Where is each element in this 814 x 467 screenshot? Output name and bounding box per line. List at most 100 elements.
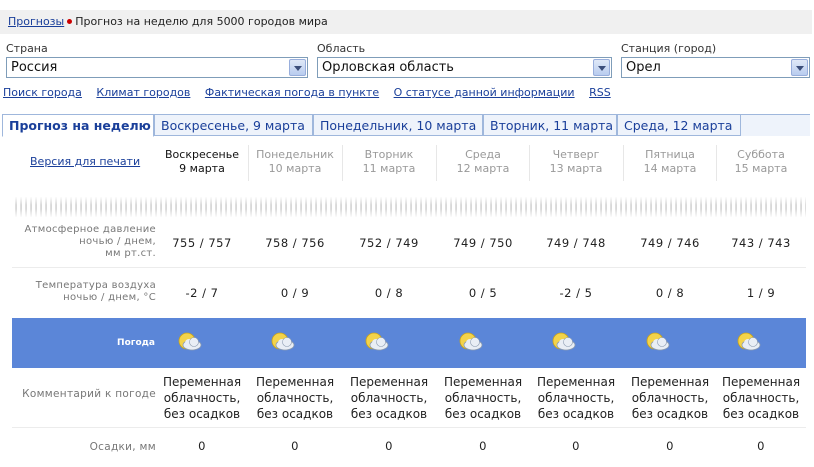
day-name: Понедельник bbox=[256, 148, 334, 161]
pressure-value: 755 / 757 bbox=[172, 236, 232, 250]
chevron-down-icon[interactable] bbox=[289, 59, 306, 76]
link-info-status[interactable]: О статусе данной информации bbox=[394, 86, 575, 99]
comment-line: без осадков bbox=[444, 407, 522, 421]
precip-value: 0 bbox=[291, 439, 299, 453]
day-date: 10 марта bbox=[268, 162, 322, 175]
comment-value: Переменная облачность, без осадков bbox=[625, 374, 715, 422]
day-header: Понедельник 10 марта bbox=[250, 148, 340, 176]
column-divider bbox=[248, 145, 249, 181]
comment-line: Переменная bbox=[162, 375, 242, 389]
tab-week[interactable]: Прогноз на неделю bbox=[2, 114, 154, 137]
pressure-value: 749 / 750 bbox=[453, 236, 513, 250]
partly-cloudy-icon bbox=[736, 330, 762, 354]
day-date: 15 марта bbox=[734, 162, 788, 175]
comment-line: Переменная bbox=[255, 375, 335, 389]
precip-value: 0 bbox=[479, 439, 487, 453]
link-rss[interactable]: RSS bbox=[589, 86, 611, 99]
day-date: 14 марта bbox=[643, 162, 697, 175]
column-divider bbox=[529, 145, 530, 181]
station-value: Орел bbox=[626, 60, 661, 75]
label-line: ночью / днем, °С bbox=[63, 292, 156, 303]
row-divider bbox=[12, 427, 806, 428]
label-line: Атмосферное давление bbox=[24, 224, 156, 235]
bullet-icon bbox=[67, 19, 73, 24]
country-select-group: Страна Россия bbox=[6, 42, 308, 78]
temperature-row: Температура воздуха ночью / днем, °С -2 … bbox=[0, 280, 806, 310]
tab-sunday[interactable]: Воскресенье, 9 марта bbox=[154, 114, 313, 136]
temperature-label: Температура воздуха ночью / днем, °С bbox=[8, 280, 156, 304]
weather-label: Погода bbox=[117, 338, 155, 348]
tab-wednesday[interactable]: Среда, 12 марта bbox=[617, 114, 741, 136]
link-actual-weather[interactable]: Фактическая погода в пункте bbox=[205, 86, 379, 99]
comment-line: облачность, bbox=[722, 391, 800, 405]
partly-cloudy-icon bbox=[645, 330, 671, 354]
print-version-link[interactable]: Версия для печати bbox=[30, 155, 140, 168]
label-line: Температура воздуха bbox=[35, 280, 156, 291]
chevron-down-icon[interactable] bbox=[791, 59, 808, 76]
comment-value: Переменная облачность, без осадков bbox=[157, 374, 247, 422]
pressure-value: 758 / 756 bbox=[265, 236, 325, 250]
quick-links: Поиск города Климат городов Фактическая … bbox=[3, 86, 622, 99]
partly-cloudy-icon bbox=[177, 330, 203, 354]
day-date: 9 марта bbox=[179, 162, 225, 175]
day-header: Воскресенье 9 марта bbox=[157, 148, 247, 176]
tab-tuesday[interactable]: Вторник, 11 марта bbox=[483, 114, 617, 136]
breadcrumb-link-forecasts[interactable]: Прогнозы bbox=[8, 15, 64, 28]
comment-line: Переменная bbox=[630, 375, 710, 389]
comment-line: Переменная bbox=[721, 375, 801, 389]
day-name: Вторник bbox=[364, 148, 414, 161]
breadcrumb-current: Прогноз на неделю для 5000 городов мира bbox=[75, 15, 328, 28]
day-name: Четверг bbox=[552, 148, 600, 161]
comment-line: без осадков bbox=[163, 407, 241, 421]
precip-value: 0 bbox=[572, 439, 580, 453]
comment-row: Комментарий к погоде Переменная облачност… bbox=[0, 374, 806, 424]
partly-cloudy-icon bbox=[270, 330, 296, 354]
temperature-value: 0 / 5 bbox=[468, 286, 498, 300]
comment-line: Переменная bbox=[349, 375, 429, 389]
region-label: Область bbox=[317, 42, 366, 55]
comment-line: облачность, bbox=[631, 391, 709, 405]
temperature-value: 0 / 8 bbox=[655, 286, 685, 300]
country-select[interactable]: Россия bbox=[6, 57, 308, 78]
decorative-band-fade bbox=[12, 197, 806, 217]
comment-line: облачность, bbox=[537, 391, 615, 405]
label-line: ночью / днем, bbox=[79, 236, 156, 247]
station-select[interactable]: Орел bbox=[621, 57, 810, 78]
comment-value: Переменная облачность, без осадков bbox=[716, 374, 806, 422]
pressure-label: Атмосферное давление ночью / днем, мм рт… bbox=[8, 224, 156, 260]
day-header: Четверг 13 марта bbox=[531, 148, 621, 176]
column-divider bbox=[623, 145, 624, 181]
country-value: Россия bbox=[11, 60, 58, 75]
pressure-row: Атмосферное давление ночью / днем, мм рт… bbox=[0, 224, 806, 266]
station-label: Станция (город) bbox=[621, 42, 717, 55]
tab-monday[interactable]: Понедельник, 10 марта bbox=[313, 114, 483, 136]
comment-label: Комментарий к погоде bbox=[22, 388, 156, 400]
region-value: Орловская область bbox=[322, 60, 454, 75]
comment-line: облачность, bbox=[256, 391, 334, 405]
partly-cloudy-icon bbox=[551, 330, 577, 354]
temperature-value: 1 / 9 bbox=[746, 286, 776, 300]
temperature-value: 0 / 9 bbox=[280, 286, 310, 300]
comment-line: облачность, bbox=[163, 391, 241, 405]
day-date: 13 марта bbox=[549, 162, 603, 175]
weather-row: Погода bbox=[12, 318, 806, 368]
region-select-group: Область Орловская область bbox=[317, 42, 612, 78]
precip-label: Осадки, мм bbox=[89, 441, 156, 453]
comment-line: без осадков bbox=[537, 407, 615, 421]
forecast-tabs: Прогноз на неделю Воскресенье, 9 марта П… bbox=[2, 114, 810, 137]
day-header: Среда 12 марта bbox=[438, 148, 528, 176]
column-divider bbox=[716, 145, 717, 181]
comment-line: облачность, bbox=[444, 391, 522, 405]
country-label: Страна bbox=[6, 42, 48, 55]
precip-value: 0 bbox=[666, 439, 674, 453]
region-select[interactable]: Орловская область bbox=[317, 57, 612, 78]
comment-value: Переменная облачность, без осадков bbox=[344, 374, 434, 422]
day-header: Пятница 14 марта bbox=[625, 148, 715, 176]
pressure-value: 749 / 748 bbox=[546, 236, 606, 250]
link-city-climate[interactable]: Климат городов bbox=[96, 86, 190, 99]
day-header: Вторник 11 марта bbox=[344, 148, 434, 176]
chevron-down-icon[interactable] bbox=[593, 59, 610, 76]
comment-value: Переменная облачность, без осадков bbox=[250, 374, 340, 422]
comment-line: без осадков bbox=[256, 407, 334, 421]
link-city-search[interactable]: Поиск города bbox=[3, 86, 82, 99]
